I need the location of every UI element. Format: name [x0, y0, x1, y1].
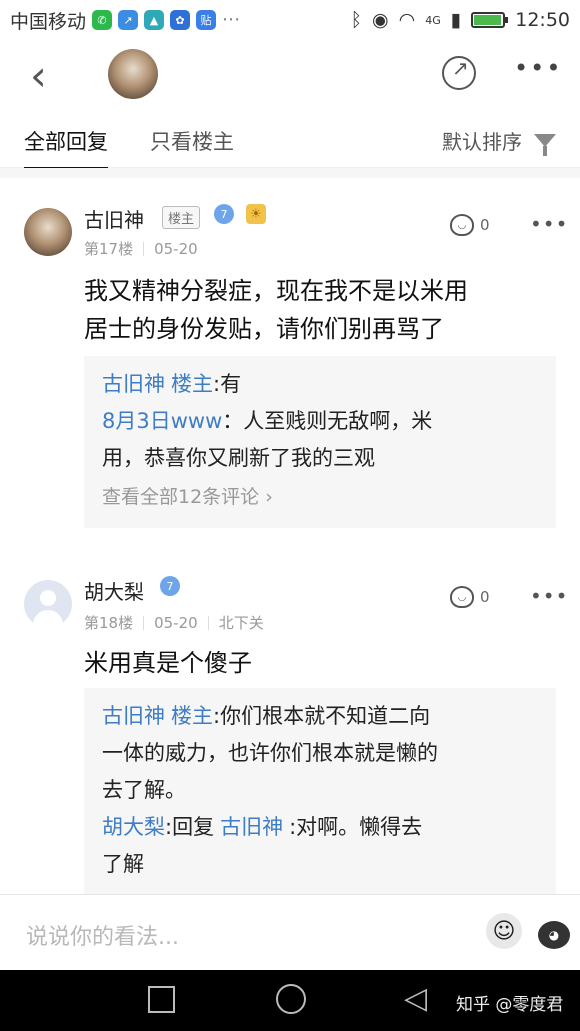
recent-apps-icon[interactable]: [148, 986, 175, 1013]
like-face-icon: ◡: [450, 214, 474, 236]
reply-text: :对啊。懒得去: [289, 815, 423, 839]
author-avatar[interactable]: [108, 49, 158, 99]
status-bar: 中国移动 ✆ ↗ ▲ ✿ 贴 ··· ᛒ ◉ ◠ 4G ▮ 12:50: [0, 0, 580, 40]
battery-fill: [474, 15, 501, 25]
reply-text: 你们根本就不知道二向: [220, 704, 431, 728]
sub-reply[interactable]: 古旧神 楼主:你们根本就不知道二向: [102, 698, 538, 735]
reply-tabs: 全部回复 只看楼主 默认排序: [0, 112, 580, 170]
clock: 12:50: [515, 9, 570, 31]
sub-reply-box: 古旧神 楼主:有 8月3日www：人至贱则无敌啊，米 用，恭喜你又刷新了我的三观 …: [84, 356, 556, 528]
reply-text: 有: [220, 372, 242, 396]
like-button[interactable]: ◡ 0: [450, 586, 490, 608]
verify-level-icon: 7: [160, 576, 180, 596]
reply-op-tag: 楼主: [171, 704, 213, 728]
reply-prefix: 回复: [172, 815, 215, 839]
comment-location: 北下关: [218, 614, 264, 632]
eye-icon: ◉: [372, 9, 389, 31]
view-all-comments-link[interactable]: 查看全部12条评论 ›: [102, 479, 538, 516]
verify-level-icon: 7: [214, 204, 234, 224]
bluetooth-icon: ᛒ: [350, 9, 363, 31]
meta-divider: [143, 241, 145, 256]
comment-date: 05-20: [154, 239, 198, 258]
sub-reply-continuation: 一体的威力，也许你们根本就是懒的: [102, 741, 438, 765]
watermark: 知乎 @零度君: [456, 995, 564, 1015]
wifi-icon: ◠: [398, 9, 416, 31]
sort-label: 默认排序: [442, 130, 522, 154]
baidu-icon: ✿: [170, 10, 191, 30]
chart-app-icon: ↗: [118, 10, 139, 30]
comment-more-button[interactable]: •••: [530, 584, 568, 608]
reply-author[interactable]: 古旧神: [102, 372, 165, 396]
reply-text: 人至贱则无敌啊，米: [243, 409, 433, 433]
like-count: 0: [480, 588, 490, 606]
signal-icon: ▮: [450, 9, 462, 31]
back-button[interactable]: ‹: [30, 52, 66, 100]
network-label: 4G: [425, 13, 441, 27]
sort-button[interactable]: 默认排序: [442, 126, 556, 156]
home-icon[interactable]: [276, 984, 306, 1014]
reply-separator: ：: [222, 409, 244, 433]
tab-only-op[interactable]: 只看楼主: [150, 126, 234, 156]
comment-author[interactable]: 古旧神: [84, 204, 144, 233]
comment-author[interactable]: 胡大梨: [84, 576, 144, 605]
avatar[interactable]: [24, 208, 72, 256]
comment-more-button[interactable]: •••: [530, 212, 568, 236]
carrier-label: 中国移动: [10, 10, 87, 33]
emoji-sticker-icon[interactable]: ☺: [486, 913, 522, 949]
back-triangle-icon[interactable]: ◁: [404, 982, 427, 1016]
comment-text-line: 米用真是个傻子: [84, 649, 252, 677]
floor-number: 第18楼: [84, 614, 134, 632]
more-notifications-icon: ···: [222, 9, 241, 31]
floor-number: 第17楼: [84, 240, 134, 258]
like-button[interactable]: ◡ 0: [450, 214, 490, 236]
more-button[interactable]: •••: [514, 54, 562, 82]
reply-author[interactable]: 古旧神: [102, 704, 165, 728]
tieba-icon: 贴: [196, 10, 217, 30]
system-nav-bar: ◁ 知乎 @零度君: [0, 970, 580, 1031]
comment-date: 05-20: [154, 613, 198, 632]
filter-icon: [534, 134, 556, 156]
sub-reply[interactable]: 胡大梨:回复 古旧神:对啊。懒得去: [102, 809, 538, 846]
comment-text-line: 我又精神分裂症，现在我不是以米用: [84, 277, 468, 305]
tab-all-replies[interactable]: 全部回复: [24, 126, 108, 170]
like-face-icon: ◡: [450, 586, 474, 608]
meta-divider: [143, 615, 145, 630]
reply-target[interactable]: 古旧神: [220, 815, 283, 839]
reply-author[interactable]: 8月3日www: [102, 409, 222, 433]
battery-icon: [471, 12, 509, 28]
comment-text: 米用真是个傻子: [84, 644, 554, 682]
panda-sticker-icon[interactable]: ◕: [538, 921, 570, 949]
sub-reply[interactable]: 古旧神 楼主:有: [102, 366, 538, 403]
comment-meta: 第17楼 05-20: [84, 238, 198, 259]
comment-input[interactable]: 说说你的看法...: [26, 919, 179, 951]
comment-text: 我又精神分裂症，现在我不是以米用 居士的身份发贴，请你们别再骂了: [84, 272, 554, 348]
comment-input-bar: 说说你的看法... ☺ ◕: [0, 894, 580, 970]
graduation-icon: ▲: [144, 10, 165, 30]
sub-reply[interactable]: 8月3日www：人至贱则无敌啊，米: [102, 403, 538, 440]
reply-op-tag: 楼主: [171, 372, 213, 396]
like-count: 0: [480, 216, 490, 234]
member-sun-icon: ☀: [246, 204, 266, 224]
sub-reply-box: 古旧神 楼主:你们根本就不知道二向 一体的威力，也许你们根本就是懒的 去了解。 胡…: [84, 688, 556, 898]
comment-meta: 第18楼 05-20 北下关: [84, 612, 264, 633]
default-avatar-icon[interactable]: [24, 580, 72, 628]
meta-divider: [207, 615, 209, 630]
share-button[interactable]: [442, 56, 476, 90]
reply-author[interactable]: 胡大梨: [102, 815, 165, 839]
comment-text-line: 居士的身份发贴，请你们别再骂了: [84, 315, 444, 343]
sub-reply-continuation: 用，恭喜你又刷新了我的三观: [102, 446, 375, 470]
sub-reply-continuation: 去了解。: [102, 778, 186, 802]
divider: [0, 168, 580, 178]
op-badge: 楼主: [162, 206, 201, 229]
sub-reply-continuation: 了解: [102, 852, 144, 876]
wechat-icon: ✆: [92, 10, 113, 30]
top-header: ‹ •••: [0, 40, 580, 112]
